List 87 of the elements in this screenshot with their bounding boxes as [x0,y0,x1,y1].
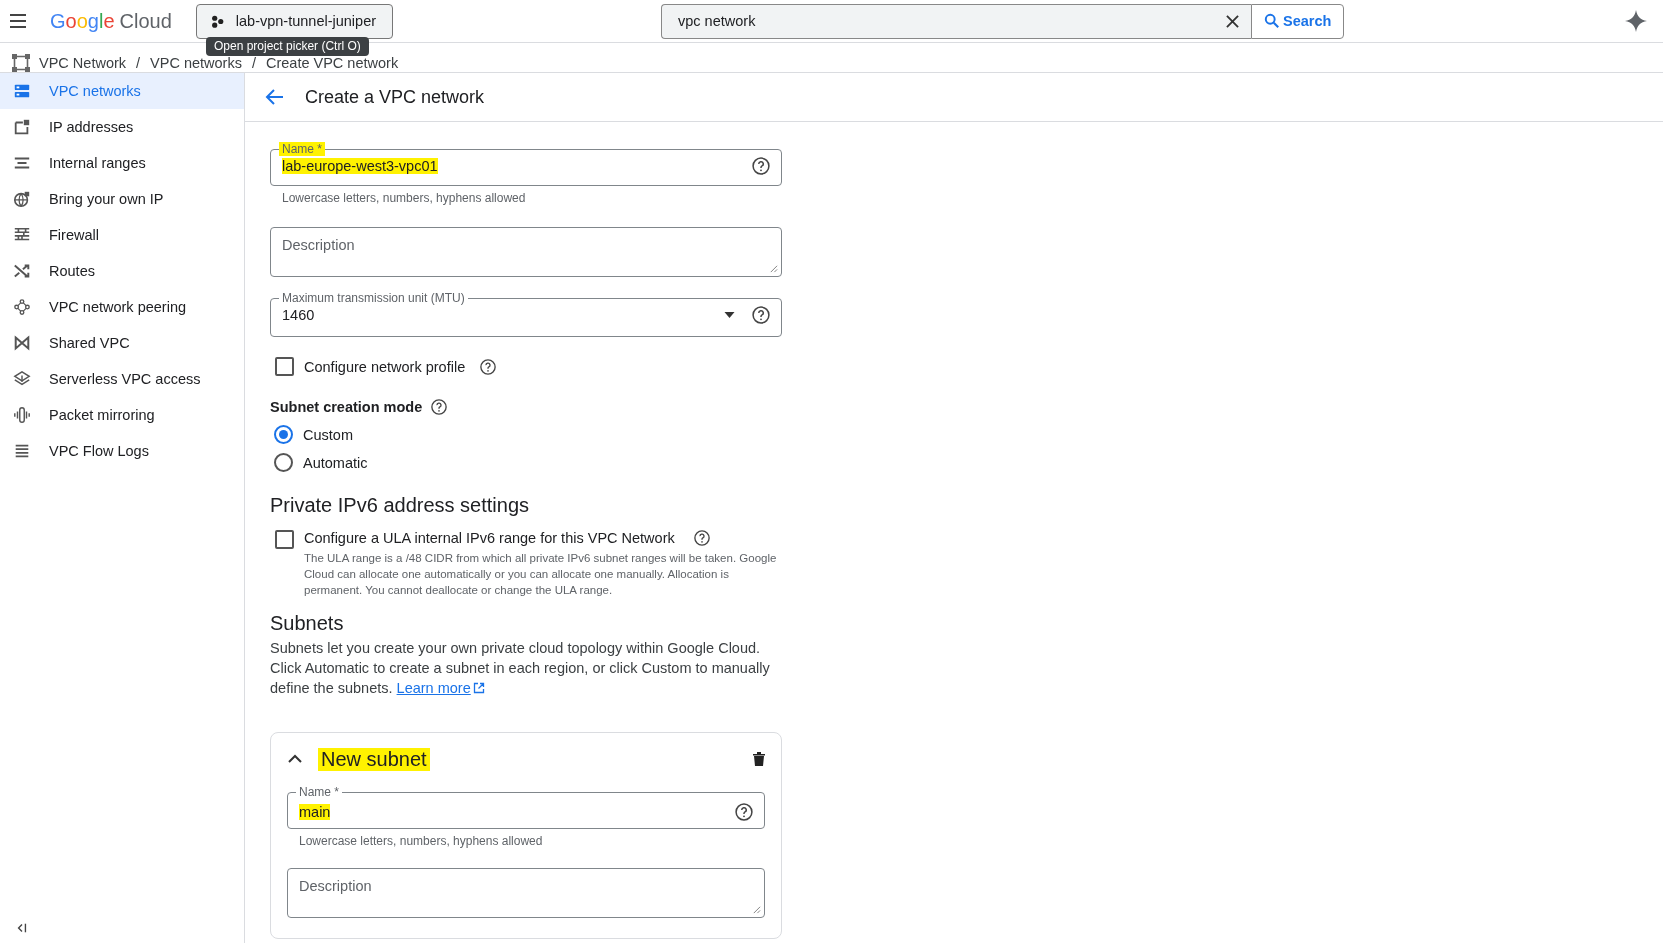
mtu-dropdown[interactable]: Maximum transmission unit (MTU) 1460 [270,291,782,337]
sidebar-label: Bring your own IP [49,191,164,207]
sidebar-label: Internal ranges [49,155,146,171]
sidebar-label: VPC Flow Logs [49,443,149,459]
bowtie-icon [13,334,31,352]
checkbox[interactable] [275,357,294,376]
logo-product: Cloud [119,9,172,33]
sidebar-label: Serverless VPC access [49,371,201,387]
search-field[interactable]: vpc network [661,3,1252,39]
resize-handle-icon[interactable] [752,905,761,914]
section-label: Subnet creation mode [270,399,423,415]
radio-label: Automatic [303,454,368,471]
external-link-icon [472,682,485,694]
help-icon[interactable] [751,156,771,176]
radio-label: Custom [303,426,353,443]
subnet-title: New subnet [318,747,430,771]
description-field[interactable]: Description [270,227,782,277]
help-icon[interactable] [479,357,498,376]
help-icon[interactable] [751,305,771,325]
collapse-chevron-icon[interactable] [288,754,302,764]
mirroring-icon [13,406,31,424]
serverless-icon [13,370,31,388]
help-icon[interactable] [430,398,449,416]
ip-address-icon [13,118,31,136]
checkbox-label: Configure network profile [304,358,466,375]
section-heading: Private IPv6 address settings [270,494,530,517]
project-picker-button[interactable]: lab-vpn-tunnel-juniper [195,3,394,39]
sidebar-item[interactable]: VPC network peering [0,289,244,325]
radio-button[interactable] [274,425,293,444]
subnets-description: Subnets let you create your own private cloud topology within Google Cloud. Click Automatic to create a subnet in each region, or click Custom to manually define the subnets. Learn more [270,639,771,698]
section-heading: Subnets [270,612,345,635]
sidebar-label: Firewall [49,227,99,243]
help-icon[interactable] [734,801,754,822]
sidebar-label: VPC networks [49,83,141,99]
breadcrumb-link[interactable]: Create VPC network [265,54,399,71]
shuffle-icon [13,262,31,280]
sidebar-item[interactable]: Firewall [0,217,244,253]
sidebar-item[interactable]: Routes [0,253,244,289]
field-label: Name * [298,785,340,799]
checkbox-label: Configure a ULA internal IPv6 range for this VPC Network [304,530,675,546]
learn-more-link[interactable]: Learn more [396,678,485,698]
list-icon [13,442,31,460]
sidebar-item[interactable]: IP addresses [0,109,244,145]
breadcrumb-separator: / [136,54,141,71]
radio-button[interactable] [274,453,293,472]
search-icon [1264,13,1281,29]
sidebar-item[interactable]: Internal ranges [0,145,244,181]
name-field[interactable]: Name * lab-europe-west3-vpc01 [270,142,782,186]
globe-icon [13,190,31,208]
delete-icon[interactable] [753,752,765,766]
checkbox[interactable] [275,530,294,549]
hint-text: Lowercase letters, numbers, hyphens allowed [298,833,544,848]
sidebar-item[interactable]: Packet mirroring [0,397,244,433]
sidebar-label: IP addresses [49,119,134,135]
help-text: The ULA range is a /48 CIDR from which all private IPv6 subnet ranges will be taken. Google Cloud can allocate one automatically or you can allocate one manually. Allocation is permanent. You cannot deallocate or change the ULA range. [304,551,778,598]
help-icon[interactable] [692,529,711,547]
breadcrumb-separator: / [251,54,256,71]
sidebar-label: Routes [49,263,95,279]
logo-brand: Google [50,9,115,33]
field-label: Name * [279,142,325,156]
tooltip: Open project picker (Ctrl O) [206,37,369,56]
breadcrumb-link[interactable]: VPC Network [39,54,127,71]
breadcrumb-link[interactable]: VPC networks [150,54,242,71]
sidebar-label: Packet mirroring [49,407,155,423]
sidebar-label: Shared VPC [49,335,130,351]
sidebar-item[interactable]: Shared VPC [0,325,244,361]
sidebar-item[interactable]: Serverless VPC access [0,361,244,397]
sidebar-item[interactable]: Bring your own IP [0,181,244,217]
peering-icon [13,298,31,316]
sidebar-item[interactable]: VPC networks [0,73,244,109]
name-field[interactable]: Name * main [287,785,765,829]
project-icon [210,14,224,28]
description-field[interactable]: Description [287,868,765,918]
sparkle-icon[interactable] [1625,10,1647,32]
sidebar-label: VPC network peering [49,299,186,315]
network-icon [11,52,31,73]
resize-handle-icon[interactable] [769,264,778,273]
hint-text: Lowercase letters, numbers, hyphens allowed [281,190,527,205]
menu-icon[interactable] [8,11,28,31]
search-button[interactable]: Search [1251,3,1345,39]
dropdown-caret-icon [724,312,735,318]
network-list-icon [13,82,31,100]
back-arrow-icon[interactable] [265,87,285,107]
sidebar-item[interactable]: VPC Flow Logs [0,433,244,469]
clear-icon[interactable] [1226,14,1240,28]
page-title: Create a VPC network [305,86,485,108]
collapse-icon[interactable] [16,922,28,934]
